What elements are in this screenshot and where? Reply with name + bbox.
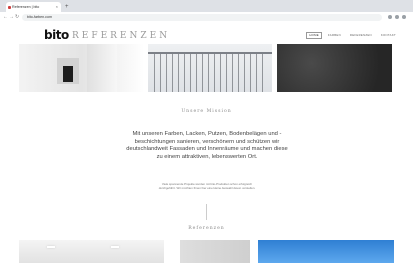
page-title: REFERENZEN — [72, 31, 171, 41]
back-icon[interactable]: ← — [3, 13, 8, 22]
mission-text: Mit unseren Farben, Lacken, Putzen, Bode… — [126, 131, 288, 160]
mission-subtext: Viele spannende Projekte wurden mit bito… — [158, 182, 256, 190]
hero-image-interior — [19, 44, 144, 92]
main-menu: HOME FARBEN REFERENZEN KONTAKT — [306, 32, 399, 39]
favicon-icon — [8, 6, 11, 9]
reload-icon[interactable]: ↻ — [15, 13, 19, 22]
menu-item-referenzen[interactable]: REFERENZEN — [347, 32, 375, 39]
hero-railing — [154, 54, 266, 92]
section-divider — [206, 204, 207, 220]
menu-item-farben[interactable]: FARBEN — [325, 32, 344, 39]
lamp — [111, 246, 119, 248]
hero-pillar — [87, 44, 117, 92]
browser-tab[interactable]: Referenzen | bito × — [6, 2, 61, 12]
hero-image-texture — [277, 44, 392, 92]
reference-image-office[interactable] — [19, 240, 164, 263]
extension-icon[interactable] — [388, 15, 392, 19]
hero-image-balcony — [148, 44, 272, 92]
forward-icon[interactable]: → — [9, 13, 14, 22]
browser-tab-bar: Referenzen | bito × + — [0, 0, 413, 12]
menu-item-kontakt[interactable]: KONTAKT — [378, 32, 399, 39]
new-tab-icon[interactable]: + — [65, 2, 69, 12]
mission-title: Unsere Mission — [181, 109, 232, 114]
references-title: Referenzen — [188, 226, 225, 231]
url-field[interactable]: bito-farben.com — [22, 14, 382, 21]
reference-image-sky[interactable] — [258, 240, 394, 263]
reference-image-column[interactable] — [180, 240, 250, 263]
hero-chair — [63, 66, 73, 82]
menu-icon[interactable] — [402, 15, 406, 19]
lamp — [47, 246, 55, 248]
close-tab-icon[interactable]: × — [56, 2, 58, 12]
profile-icon[interactable] — [395, 15, 399, 19]
menu-item-home[interactable]: HOME — [306, 32, 322, 39]
tab-title: Referenzen | bito — [12, 5, 40, 9]
logo[interactable]: bito — [44, 28, 69, 42]
